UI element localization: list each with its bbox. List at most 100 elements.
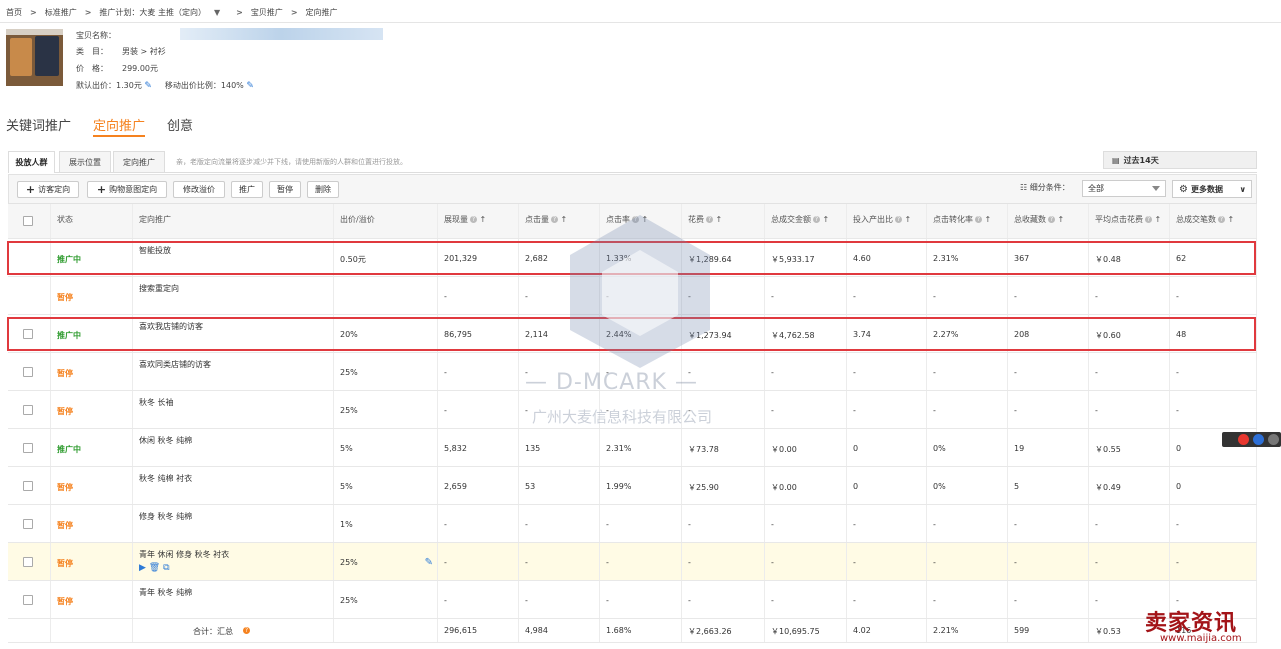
- help-icon[interactable]: ?: [470, 216, 477, 223]
- table-row[interactable]: 暂停 喜欢同类店铺的访客 25% - - - - - - - - - -: [8, 353, 1257, 391]
- cell-value: -: [853, 368, 856, 377]
- header-cell[interactable]: 点击率? ↑: [600, 204, 682, 238]
- row-checkbox[interactable]: [23, 481, 33, 491]
- help-icon[interactable]: ?: [1145, 216, 1152, 223]
- tab-targeting[interactable]: 定向推广: [93, 115, 146, 137]
- breadcrumb-item[interactable]: 标准推广: [45, 7, 77, 18]
- header-cell[interactable]: 总成交金额? ↑: [765, 204, 847, 238]
- settings-icon[interactable]: [1268, 434, 1279, 445]
- breadcrumb-item[interactable]: 宝贝推广: [251, 7, 283, 18]
- table-row[interactable]: 暂停 青年 休闲 修身 秋冬 衬衣 ▶ 🗑 ⧉ 25% ✎ - - - - - - - - - -: [8, 543, 1257, 581]
- sort-arrow-icon[interactable]: ↑: [639, 215, 649, 224]
- row-checkbox[interactable]: [23, 405, 33, 415]
- dropdown-arrow-icon[interactable]: ▼: [214, 8, 220, 17]
- sort-arrow-icon[interactable]: ↑: [558, 215, 568, 224]
- select-all-checkbox[interactable]: [23, 216, 33, 226]
- header-cell[interactable]: 展现量? ↑: [438, 204, 519, 238]
- tab-creative[interactable]: 创意: [167, 115, 193, 137]
- targeting-name[interactable]: 秋冬 纯棉 衬衣: [139, 473, 192, 484]
- header-cell[interactable]: 点击量? ↑: [519, 204, 600, 238]
- product-thumbnail[interactable]: [6, 29, 63, 86]
- header-cell[interactable]: 总收藏数? ↑: [1008, 204, 1089, 238]
- row-checkbox[interactable]: [23, 595, 33, 605]
- table-row[interactable]: 暂停 青年 秋冬 纯棉 25% - - - - - - - - - -: [8, 581, 1257, 619]
- add-shopping-button[interactable]: + 购物意图定向: [87, 181, 167, 198]
- sort-arrow-icon[interactable]: ↑: [1152, 215, 1162, 224]
- row-action-icons[interactable]: ▶ 🗑 ⧉: [139, 563, 170, 573]
- help-icon[interactable]: ?: [1218, 216, 1225, 223]
- edit-pencil-icon[interactable]: ✎: [425, 557, 433, 568]
- delete-button[interactable]: 删除: [307, 181, 339, 198]
- help-icon[interactable]: [1253, 434, 1264, 445]
- subtab-targeting[interactable]: 定向推广: [113, 151, 165, 172]
- row-checkbox[interactable]: [23, 519, 33, 529]
- table-cell: -: [765, 581, 847, 618]
- table-row[interactable]: 暂停 秋冬 纯棉 衬衣 5% 2,659 53 1.99% ￥25.90 ￥0.00 0 0% 5 ￥…: [8, 467, 1257, 505]
- help-icon[interactable]: ?: [1048, 216, 1055, 223]
- header-cell[interactable]: 点击转化率? ↑: [927, 204, 1008, 238]
- help-icon[interactable]: ?: [706, 216, 713, 223]
- help-icon[interactable]: ?: [632, 216, 639, 223]
- help-icon[interactable]: ?: [551, 216, 558, 223]
- breadcrumb-item[interactable]: 推广计划：大麦 主推（定向）: [99, 7, 206, 18]
- breadcrumb-separator-icon: >: [84, 7, 92, 17]
- breadcrumb-separator-icon: >: [290, 7, 298, 17]
- breadcrumb-item[interactable]: 定向推广: [306, 7, 338, 18]
- header-cell[interactable]: 总成交笔数? ↑: [1170, 204, 1257, 238]
- table-cell: 暂停: [51, 353, 133, 390]
- subtab-placement[interactable]: 展示位置: [59, 151, 111, 172]
- help-icon[interactable]: ?: [895, 216, 902, 223]
- header-label: 出价/溢价: [340, 215, 375, 224]
- totals-value: ￥10,695.75: [771, 627, 820, 636]
- filter-select[interactable]: 全部: [1082, 180, 1166, 197]
- pause-button[interactable]: 暂停: [269, 181, 301, 198]
- modify-bid-button[interactable]: 修改溢价: [173, 181, 225, 198]
- sort-arrow-icon[interactable]: ↑: [713, 215, 723, 224]
- targeting-name[interactable]: 秋冬 长袖: [139, 397, 174, 408]
- cell-value: 0%: [933, 482, 946, 491]
- row-checkbox[interactable]: [23, 367, 33, 377]
- row-checkbox[interactable]: [23, 557, 33, 567]
- sort-arrow-icon[interactable]: ↑: [820, 215, 830, 224]
- s-icon[interactable]: [1238, 434, 1249, 445]
- header-cell[interactable]: 花费? ↑: [682, 204, 765, 238]
- row-checkbox[interactable]: [23, 443, 33, 453]
- cell-value: -: [688, 596, 691, 605]
- edit-pencil-icon[interactable]: ✎: [144, 81, 154, 91]
- subtab-audience[interactable]: 投放人群: [8, 151, 55, 173]
- product-category-row: 类 目： 男装 > 衬衫: [76, 46, 166, 57]
- promote-button[interactable]: 推广: [231, 181, 263, 198]
- header-cell[interactable]: 投入产出比? ↑: [847, 204, 927, 238]
- targeting-name[interactable]: 青年 休闲 修身 秋冬 衬衣: [139, 549, 229, 560]
- table-cell: -: [438, 581, 519, 618]
- tab-keyword[interactable]: 关键词推广: [6, 115, 71, 137]
- header-cell[interactable]: 平均点击花费? ↑: [1089, 204, 1170, 238]
- date-range-button[interactable]: ▤ 过去14天: [1103, 151, 1257, 169]
- help-icon[interactable]: ?: [243, 627, 250, 634]
- targeting-name[interactable]: 喜欢同类店铺的访客: [139, 359, 211, 370]
- table-cell: 搜索重定向: [133, 277, 334, 314]
- targeting-name[interactable]: 休闲 秋冬 纯棉: [139, 435, 192, 446]
- sort-arrow-icon[interactable]: ↑: [902, 215, 912, 224]
- edit-pencil-icon[interactable]: ✎: [246, 81, 256, 91]
- sort-arrow-icon[interactable]: ↑: [1225, 215, 1235, 224]
- targeting-name[interactable]: 修身 秋冬 纯棉: [139, 511, 192, 522]
- table-cell: -: [682, 505, 765, 542]
- table-row[interactable]: 暂停 搜索重定向 - - - - - - - - - -: [8, 277, 1257, 315]
- table-row[interactable]: 暂停 修身 秋冬 纯棉 1% - - - - - - - - - -: [8, 505, 1257, 543]
- table-row[interactable]: 暂停 秋冬 长袖 25% - - - - - - - - - -: [8, 391, 1257, 429]
- breadcrumb-item[interactable]: 首页: [6, 7, 22, 18]
- add-visitor-button[interactable]: + 访客定向: [17, 181, 79, 198]
- help-icon[interactable]: ?: [975, 216, 982, 223]
- table-row[interactable]: 推广中 休闲 秋冬 纯棉 5% 5,832 135 2.31% ￥73.78 ￥0.00 0 0%…: [8, 429, 1257, 467]
- more-data-button[interactable]: ⚙ 更多数据 ∨: [1172, 180, 1252, 198]
- sort-arrow-icon[interactable]: ↑: [982, 215, 992, 224]
- side-widget[interactable]: [1222, 432, 1281, 447]
- targeting-name[interactable]: 搜索重定向: [139, 283, 179, 294]
- table-cell: -: [682, 543, 765, 580]
- sort-arrow-icon[interactable]: ↑: [477, 215, 487, 224]
- targeting-name[interactable]: 青年 秋冬 纯棉: [139, 587, 192, 598]
- sort-arrow-icon[interactable]: ↑: [1055, 215, 1065, 224]
- cell-value: -: [1176, 292, 1179, 301]
- help-icon[interactable]: ?: [813, 216, 820, 223]
